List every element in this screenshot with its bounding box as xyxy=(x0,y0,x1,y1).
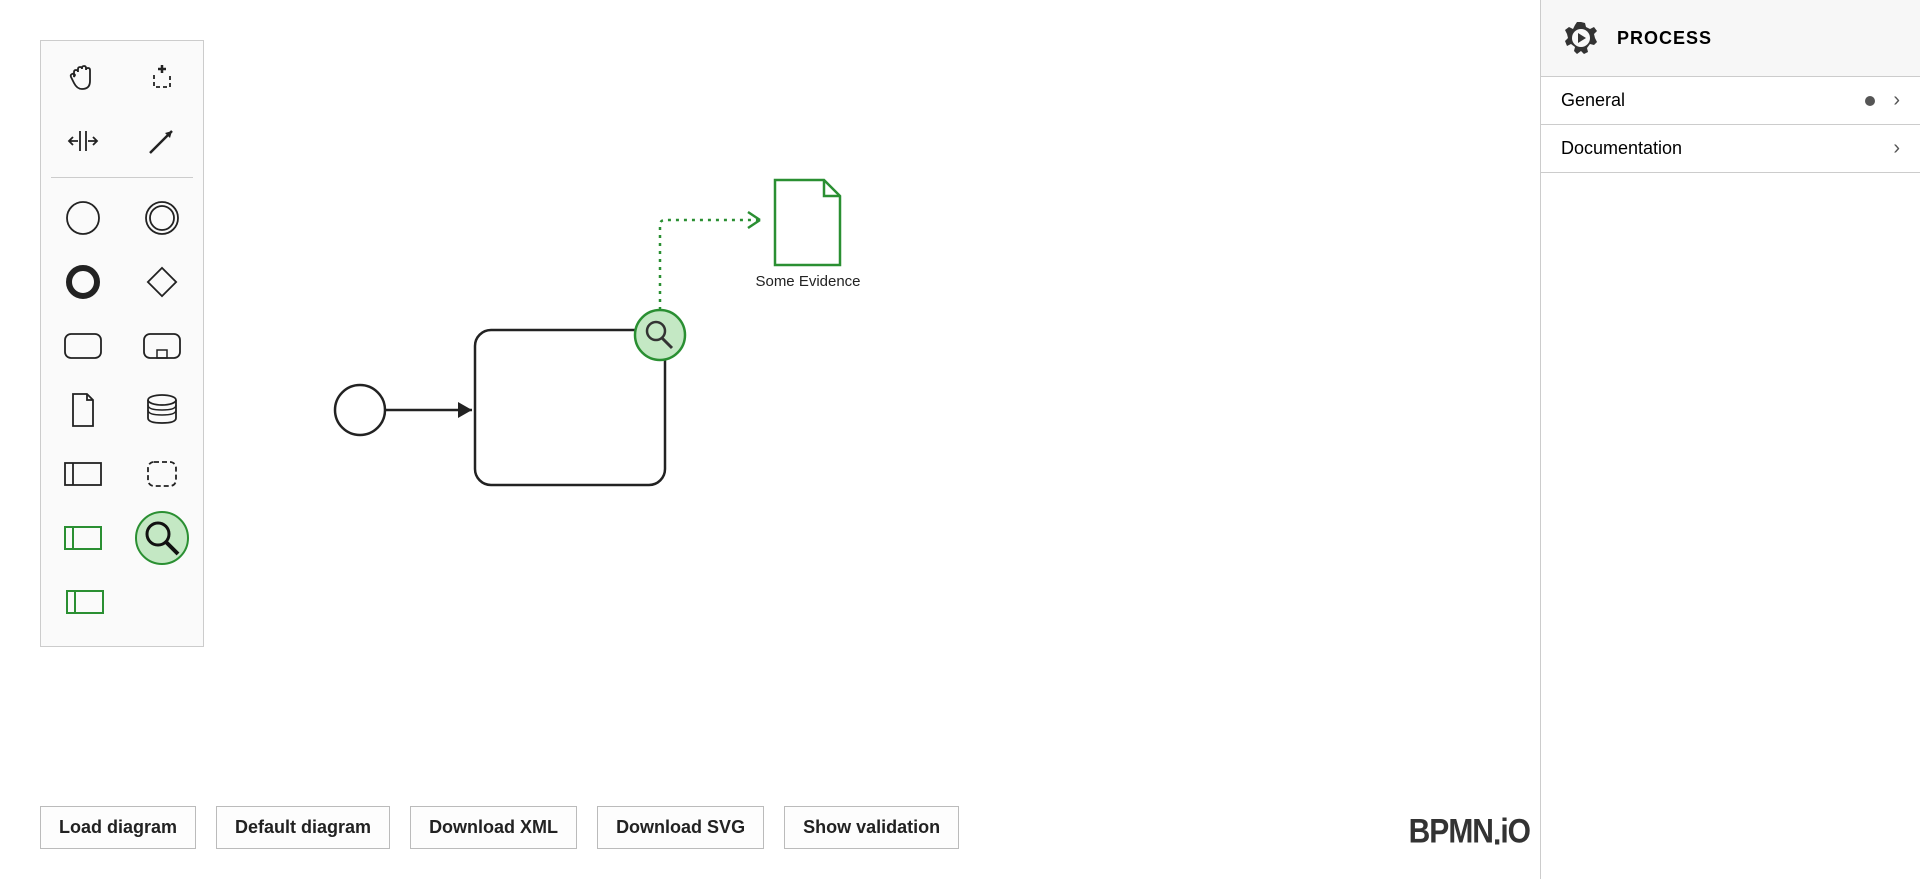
task-icon xyxy=(61,328,105,364)
circle-icon xyxy=(63,198,103,238)
chevron-right-icon: › xyxy=(1893,137,1900,160)
section-documentation-label: Documentation xyxy=(1561,138,1682,159)
properties-panel: PROCESS General › Documentation › xyxy=(1540,0,1920,879)
pool-icon xyxy=(61,457,105,491)
global-connect-tool[interactable] xyxy=(134,113,190,169)
evidence-association[interactable] xyxy=(660,220,760,310)
green-pool2-icon xyxy=(63,585,107,619)
boundary-evidence-event[interactable] xyxy=(635,310,685,360)
section-documentation[interactable]: Documentation › xyxy=(1541,125,1920,173)
palette-separator xyxy=(51,177,193,178)
create-evidence-source[interactable] xyxy=(134,510,190,566)
data-object-label[interactable]: Some Evidence xyxy=(738,273,878,290)
download-xml-button[interactable]: Download XML xyxy=(410,806,577,849)
document-icon xyxy=(65,390,101,430)
space-tool[interactable] xyxy=(55,113,111,169)
task-node[interactable] xyxy=(475,330,665,485)
subprocess-icon xyxy=(140,328,184,364)
lasso-tool[interactable] xyxy=(134,49,190,105)
diagram-canvas[interactable]: Some Evidence xyxy=(220,0,1540,779)
hand-icon xyxy=(65,59,101,95)
tool-palette xyxy=(40,40,204,647)
create-evidence-task[interactable] xyxy=(57,574,113,630)
datastore-icon xyxy=(142,390,182,430)
evidence-data-object[interactable] xyxy=(775,180,840,265)
load-diagram-button[interactable]: Load diagram xyxy=(40,806,196,849)
section-indicator-icon xyxy=(1865,96,1875,106)
thick-circle-icon xyxy=(63,262,103,302)
magnify-green-icon xyxy=(134,510,190,566)
start-event-node[interactable] xyxy=(335,385,385,435)
group-icon xyxy=(142,456,182,492)
space-icon xyxy=(65,123,101,159)
download-svg-button[interactable]: Download SVG xyxy=(597,806,764,849)
section-general-label: General xyxy=(1561,90,1625,111)
chevron-right-icon: › xyxy=(1893,89,1900,112)
create-data-object[interactable] xyxy=(55,382,111,438)
green-pool-icon xyxy=(61,521,105,555)
section-general[interactable]: General › xyxy=(1541,77,1920,125)
diamond-icon xyxy=(142,262,182,302)
show-validation-button[interactable]: Show validation xyxy=(784,806,959,849)
bpmn-io-logo[interactable]: BPMN.iO xyxy=(1409,812,1530,851)
create-evidence-context[interactable] xyxy=(55,510,111,566)
hand-tool[interactable] xyxy=(55,49,111,105)
default-diagram-button[interactable]: Default diagram xyxy=(216,806,390,849)
create-gateway[interactable] xyxy=(134,254,190,310)
properties-header: PROCESS xyxy=(1541,0,1920,77)
create-group[interactable] xyxy=(134,446,190,502)
process-gear-icon xyxy=(1561,18,1601,58)
lasso-icon xyxy=(144,59,180,95)
create-intermediate-event[interactable] xyxy=(55,254,111,310)
create-subprocess[interactable] xyxy=(134,318,190,374)
create-start-event[interactable] xyxy=(55,190,111,246)
double-circle-icon xyxy=(142,198,182,238)
create-data-store[interactable] xyxy=(134,382,190,438)
connect-icon xyxy=(144,123,180,159)
create-end-event[interactable] xyxy=(134,190,190,246)
create-participant[interactable] xyxy=(55,446,111,502)
properties-title: PROCESS xyxy=(1617,28,1712,49)
create-task[interactable] xyxy=(55,318,111,374)
action-bar: Load diagram Default diagram Download XM… xyxy=(40,806,959,849)
diagram-svg xyxy=(220,0,1120,600)
